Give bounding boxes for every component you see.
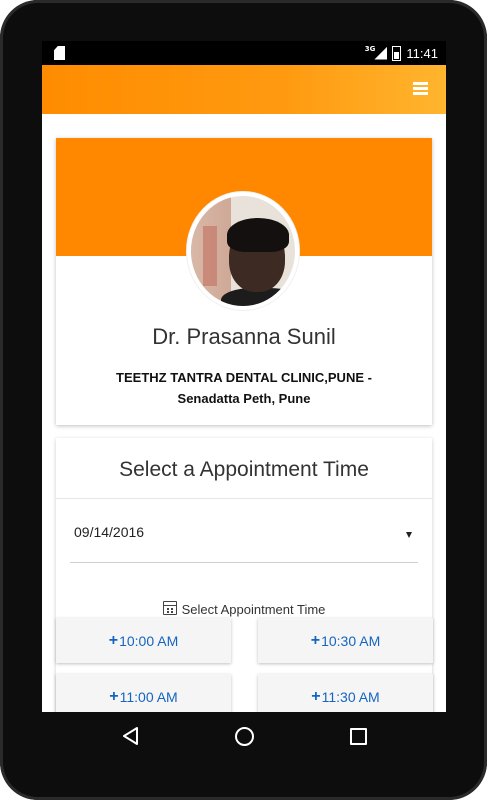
navigation-bar — [42, 712, 446, 760]
doctor-name: Dr. Prasanna Sunil — [152, 324, 336, 349]
calendar-icon — [162, 601, 177, 615]
sd-card-icon — [54, 46, 65, 60]
date-select-value: 09/14/2016 — [74, 524, 145, 540]
appointment-card: Select a Appointment Time 09/14/2016 Sel… — [56, 438, 432, 712]
clinic-name: TEETHZ TANTRA DENTAL CLINIC,PUNE - Senad… — [96, 367, 392, 409]
status-right: 3G 11:41 — [365, 44, 438, 62]
plus-icon: + — [311, 687, 321, 705]
dropdown-caret-icon — [406, 532, 412, 538]
app-bar — [42, 65, 446, 114]
time-slot-button[interactable]: +10:00 AM — [56, 618, 231, 663]
time-slot-label: 11:30 AM — [321, 688, 380, 705]
network-type: 3G — [364, 45, 376, 53]
avatar — [187, 192, 299, 310]
time-slot-button[interactable]: +11:30 AM — [258, 674, 433, 712]
appointment-time-label: Select Appointment Time — [56, 601, 432, 617]
home-icon[interactable] — [235, 727, 254, 746]
back-icon[interactable] — [122, 726, 140, 746]
time-slot-label: 10:30 AM — [321, 632, 381, 649]
hamburger-menu-icon[interactable] — [413, 82, 428, 95]
main-content: Dr. Prasanna Sunil TEETHZ TANTRA DENTAL … — [42, 114, 446, 712]
recent-apps-icon[interactable] — [350, 728, 367, 745]
time-slot-button[interactable]: +10:30 AM — [258, 618, 433, 663]
status-time: 11:41 — [406, 45, 438, 61]
plus-icon: + — [109, 687, 119, 705]
status-bar: 3G 11:41 — [42, 41, 446, 65]
battery-icon — [392, 45, 402, 61]
signal-icon — [374, 46, 388, 60]
screen: 3G 11:41 Dr. Prasanna Sunil TEETHZ TANTR… — [42, 41, 446, 712]
clinic-name-line2: Senadatta Peth, Pune — [177, 391, 311, 406]
time-slot-button[interactable]: +11:00 AM — [56, 674, 231, 712]
appointment-title: Select a Appointment Time — [119, 458, 369, 481]
tablet-frame: 3G 11:41 Dr. Prasanna Sunil TEETHZ TANTR… — [0, 0, 487, 800]
time-slot-label: 11:00 AM — [119, 688, 178, 705]
clinic-name-line1: TEETHZ TANTRA DENTAL CLINIC,PUNE - — [116, 370, 372, 385]
time-slot-label: 10:00 AM — [119, 632, 179, 649]
plus-icon: + — [310, 631, 321, 649]
doctor-profile-card: Dr. Prasanna Sunil TEETHZ TANTRA DENTAL … — [56, 138, 432, 425]
divider — [56, 498, 432, 499]
date-select[interactable]: 09/14/2016 — [70, 516, 418, 563]
appointment-time-label-text: Select Appointment Time — [181, 602, 326, 617]
plus-icon: + — [108, 631, 119, 649]
